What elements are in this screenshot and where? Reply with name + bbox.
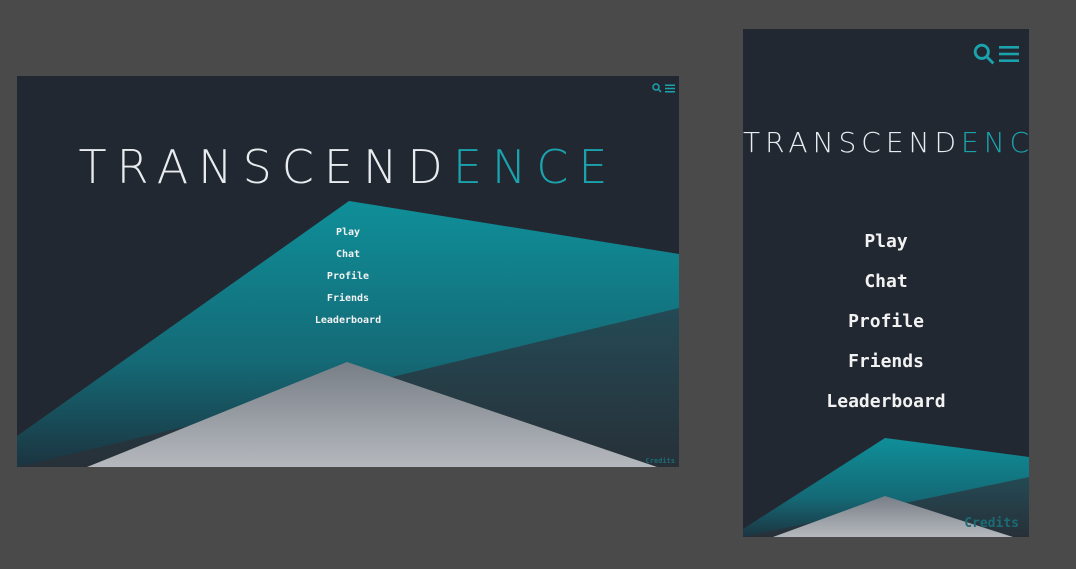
menu-item-play[interactable]: Play: [864, 222, 907, 262]
logo-text-accent: ENCE: [452, 140, 618, 194]
desktop-view: TRANSCENDENCE Play Chat Profile Friends …: [17, 76, 679, 467]
menu-item-friends[interactable]: Friends: [848, 342, 924, 382]
app-logo: TRANSCENDENCE: [17, 140, 679, 194]
header-icons: [973, 43, 1019, 65]
credits-link[interactable]: Credits: [645, 457, 675, 465]
hamburger-menu-icon[interactable]: [665, 84, 675, 93]
logo-text-main: TRANSCEND: [743, 126, 962, 159]
logo-text-accent: ENCE: [961, 126, 1029, 159]
menu-item-profile[interactable]: Profile: [327, 266, 369, 288]
credits-link[interactable]: Credits: [964, 516, 1019, 531]
hamburger-menu-icon[interactable]: [999, 45, 1019, 63]
menu-item-leaderboard[interactable]: Leaderboard: [315, 310, 381, 332]
header-icons: [652, 83, 675, 93]
menu-item-chat[interactable]: Chat: [864, 262, 907, 302]
main-menu: Play Chat Profile Friends Leaderboard: [743, 222, 1029, 422]
menu-item-friends[interactable]: Friends: [327, 288, 369, 310]
search-icon[interactable]: [973, 43, 995, 65]
menu-item-chat[interactable]: Chat: [336, 244, 360, 266]
app-logo: TRANSCENDENCE: [743, 126, 1029, 159]
menu-item-play[interactable]: Play: [336, 222, 360, 244]
logo-text-main: TRANSCEND: [78, 140, 453, 194]
menu-item-profile[interactable]: Profile: [848, 302, 924, 342]
mobile-view: TRANSCENDENCE Play Chat Profile Friends …: [743, 29, 1029, 537]
main-menu: Play Chat Profile Friends Leaderboard: [17, 222, 679, 332]
menu-item-leaderboard[interactable]: Leaderboard: [826, 382, 945, 422]
search-icon[interactable]: [652, 83, 662, 93]
